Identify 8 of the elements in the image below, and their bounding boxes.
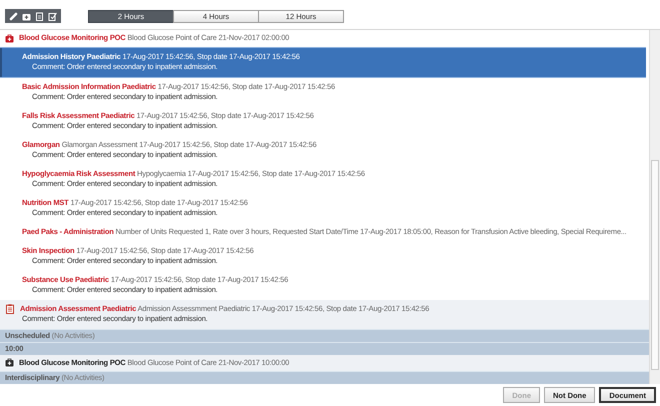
scrollbar[interactable]: [649, 30, 660, 384]
edit-checklist-icon[interactable]: [48, 12, 57, 20]
pill-icon[interactable]: [9, 12, 18, 20]
medical-bag-icon: [5, 34, 14, 43]
clipboard-icon: [6, 304, 14, 314]
medical-bag-icon[interactable]: [22, 12, 31, 20]
medical-bag-icon: [5, 358, 14, 368]
clipboard-icon[interactable]: [35, 12, 44, 20]
